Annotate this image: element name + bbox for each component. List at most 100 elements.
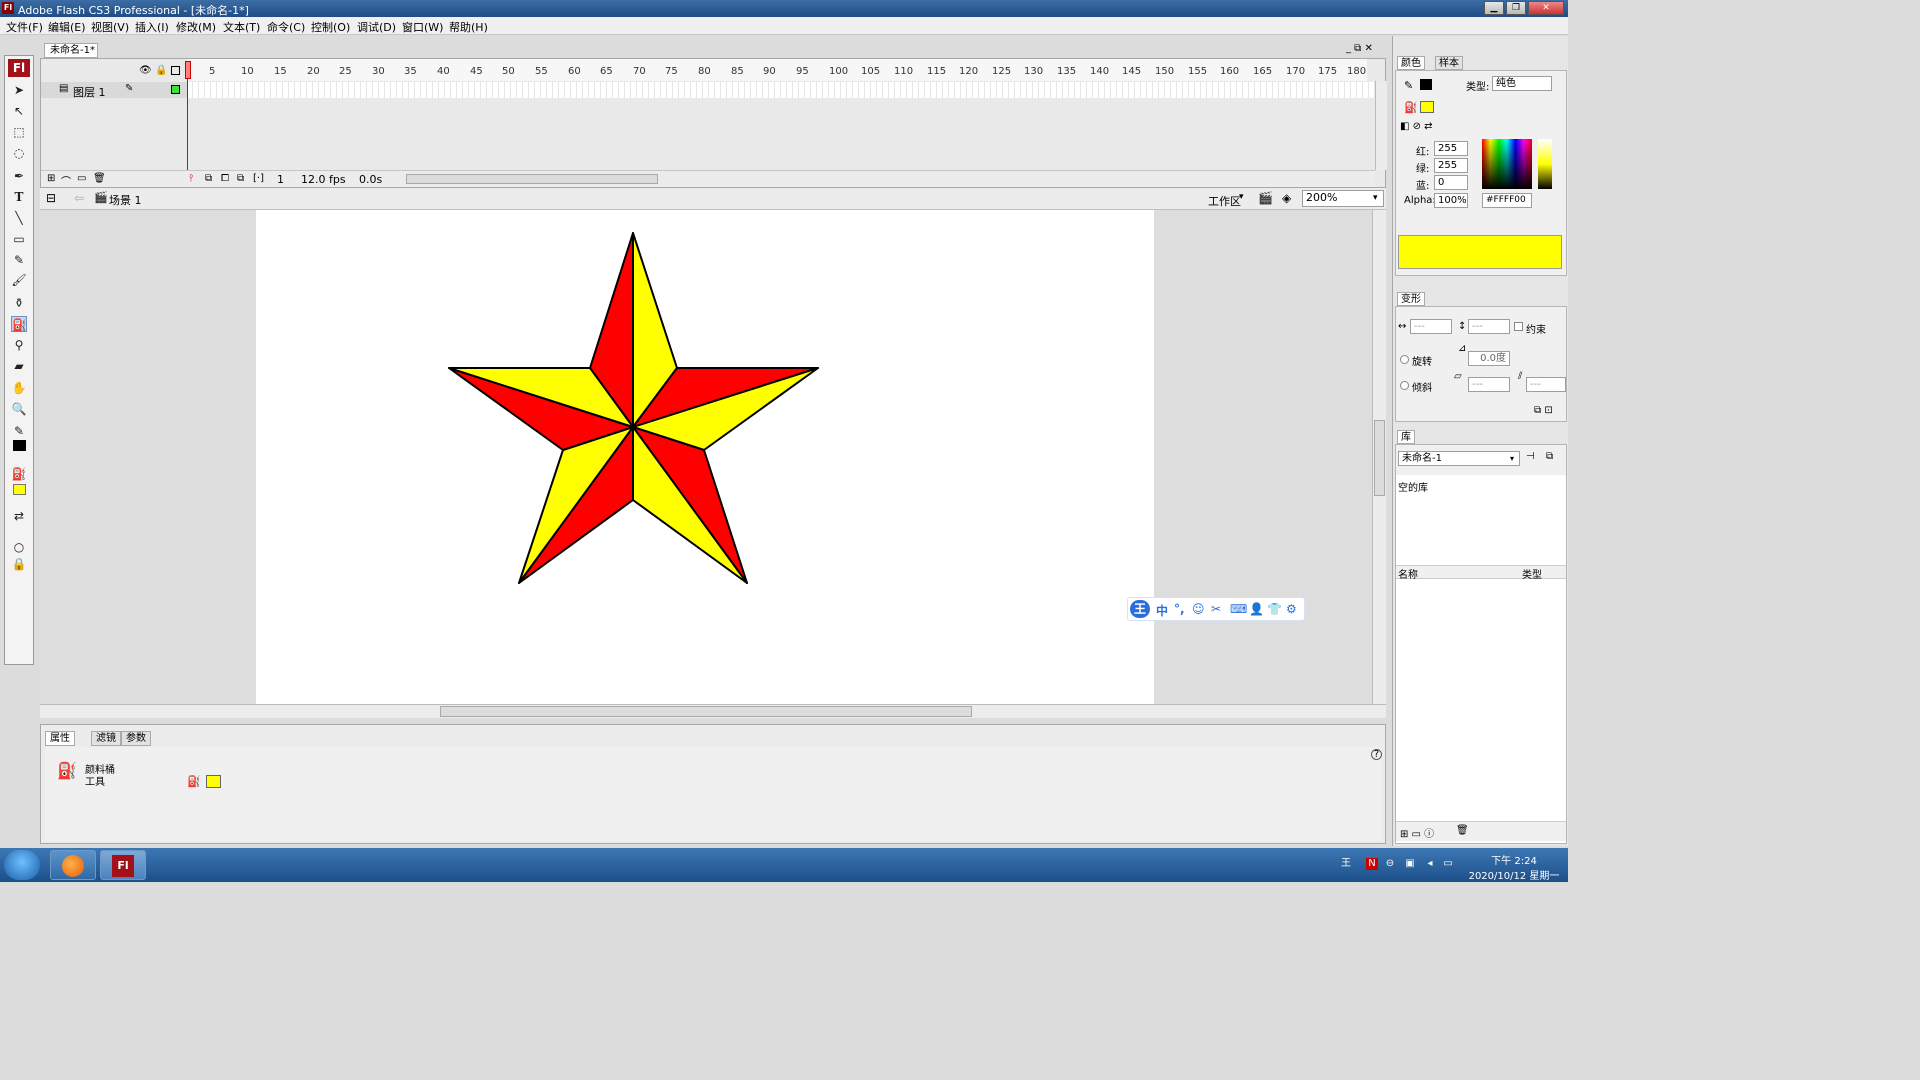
free-transform-tool-icon[interactable]: ⬚ <box>11 124 27 140</box>
ime-toolbar[interactable]: 王 中 °, ☺ ✂ ⌨ 👤 👕 ⚙ <box>1127 597 1305 621</box>
pin-library-icon[interactable]: ⊣ <box>1526 451 1535 462</box>
close-button[interactable]: ✕ <box>1528 1 1564 15</box>
edit-multiple-frames-icon[interactable]: ⧉ <box>237 173 244 184</box>
width-percent-input[interactable]: --- <box>1410 319 1452 334</box>
library-footer-icons[interactable]: ⊞ ▭ ⓘ <box>1400 825 1434 840</box>
tab-properties[interactable]: 属性 <box>45 731 75 746</box>
onion-outline-icon[interactable]: ⧠ <box>221 173 229 184</box>
rotate-radio[interactable] <box>1400 355 1409 364</box>
skew-horizontal-input[interactable]: --- <box>1468 377 1510 392</box>
menu-text[interactable]: 文本(T) <box>223 19 260 35</box>
paint-bucket-tool-icon[interactable]: ⛽ <box>11 316 27 332</box>
tab-parameters[interactable]: 参数 <box>121 731 151 746</box>
menu-modify[interactable]: 修改(M) <box>176 19 216 35</box>
minimize-button[interactable]: ▁ <box>1484 1 1504 15</box>
menu-insert[interactable]: 插入(I) <box>135 19 169 35</box>
menu-file[interactable]: 文件(F) <box>6 19 43 35</box>
hex-input[interactable]: #FFFF00 <box>1482 193 1532 208</box>
red-input[interactable]: 255 <box>1434 141 1468 156</box>
ime-skin-icon[interactable]: 👕 <box>1267 602 1282 616</box>
workspace-dropdown-icon[interactable]: ▾ <box>1239 192 1244 202</box>
color-spectrum[interactable] <box>1482 139 1532 189</box>
text-tool-icon[interactable]: T <box>11 189 27 205</box>
stroke-color-chip[interactable] <box>1420 79 1432 90</box>
tray-n-icon[interactable]: N <box>1366 858 1378 870</box>
eraser-tool-icon[interactable]: ▰ <box>11 358 27 374</box>
star-drawing[interactable] <box>256 210 1154 704</box>
ime-emoji-icon[interactable]: ☺ <box>1192 602 1205 616</box>
height-percent-input[interactable]: --- <box>1468 319 1510 334</box>
lasso-tool-icon[interactable]: ◌ <box>11 145 27 161</box>
swap-colors-icon[interactable]: ⇄ <box>11 508 27 524</box>
subselection-tool-icon[interactable]: ↖ <box>11 103 27 119</box>
tab-filters[interactable]: 滤镜 <box>91 731 121 746</box>
taskbar-firefox[interactable] <box>50 850 96 880</box>
tray-display-icon[interactable]: ▭ <box>1442 858 1454 870</box>
menu-debug[interactable]: 调试(D) <box>357 19 396 35</box>
color-swap-icons[interactable]: ◧ ⊘ ⇄ <box>1400 121 1433 132</box>
playhead[interactable] <box>185 61 191 173</box>
zoom-select[interactable]: 200% <box>1302 190 1384 207</box>
alpha-input[interactable]: 100% <box>1434 193 1468 208</box>
frame-ruler[interactable]: 5 10 15 20 25 30 35 40 45 50 55 60 65 70… <box>187 59 1367 81</box>
back-arrow-icon[interactable]: ⇦ <box>74 191 84 205</box>
fill-color-swatch[interactable] <box>13 484 26 495</box>
stage-workspace[interactable] <box>40 210 1372 704</box>
stage-hscroll-thumb[interactable] <box>440 706 972 717</box>
outline-all-icon[interactable] <box>171 66 180 75</box>
object-drawing-icon[interactable]: ○ <box>11 539 27 555</box>
add-motion-guide-icon[interactable]: ⌒ <box>61 173 71 188</box>
timeline-hscroll-thumb[interactable] <box>406 174 658 184</box>
constrain-checkbox[interactable] <box>1514 322 1523 331</box>
star-shape[interactable] <box>448 232 819 584</box>
delete-layer-icon[interactable]: 🗑 <box>93 173 106 184</box>
insert-layer-icon[interactable]: ⊞ <box>47 173 55 184</box>
line-tool-icon[interactable]: ╲ <box>11 210 27 226</box>
library-delete-icon[interactable]: 🗑 <box>1456 825 1469 836</box>
skew-radio[interactable] <box>1400 381 1409 390</box>
fill-color-chip[interactable] <box>1420 101 1434 113</box>
eyedropper-tool-icon[interactable]: ⚲ <box>11 337 27 353</box>
tray-network-icon[interactable]: ▣ <box>1404 858 1416 870</box>
ime-logo-icon[interactable]: 王 <box>1130 600 1150 618</box>
menu-commands[interactable]: 命令(C) <box>267 19 305 35</box>
taskbar-flash[interactable]: Fl <box>100 850 146 880</box>
rotate-input[interactable]: 0.0度 <box>1468 351 1510 366</box>
menu-help[interactable]: 帮助(H) <box>449 19 488 35</box>
workspace-menu[interactable]: 工作区 <box>1208 193 1241 209</box>
library-col-name[interactable]: 名称 <box>1398 566 1418 581</box>
tray-ime-icon[interactable]: 王 <box>1340 858 1352 870</box>
tab-color[interactable]: 颜色 <box>1397 56 1425 70</box>
tab-transform[interactable]: 变形 <box>1397 292 1425 306</box>
zoom-tool-icon[interactable]: 🔍 <box>11 401 27 417</box>
doc-window-controls[interactable]: _ ⧉ ✕ <box>1346 43 1373 54</box>
copy-transform-icon[interactable]: ⧉ ⊡ <box>1534 405 1553 416</box>
taskbar-clock[interactable]: 下午 2:24 2020/10/12 星期一 <box>1462 852 1566 882</box>
restore-button[interactable]: ❐ <box>1506 1 1526 15</box>
layer-name[interactable]: 图层 1 <box>73 84 106 100</box>
library-doc-select[interactable]: 未命名-1 <box>1398 451 1520 466</box>
pen-tool-icon[interactable]: ✒ <box>11 168 27 184</box>
stage-vscroll[interactable] <box>1372 210 1386 704</box>
green-input[interactable]: 255 <box>1434 158 1468 173</box>
scene-name[interactable]: 场景 1 <box>109 192 142 208</box>
insert-folder-icon[interactable]: ▭ <box>77 173 86 184</box>
selection-tool-icon[interactable]: ➤ <box>11 82 27 98</box>
tab-swatches[interactable]: 样本 <box>1435 56 1463 70</box>
timeline-vscroll[interactable] <box>1375 81 1387 170</box>
ink-bottle-tool-icon[interactable]: ⚱ <box>11 295 27 311</box>
menu-view[interactable]: 视图(V) <box>91 19 129 35</box>
lock-all-icon[interactable]: 🔒 <box>155 65 167 76</box>
tray-block-icon[interactable]: ⊖ <box>1384 858 1396 870</box>
timeline-toggle-icon[interactable]: ⊟ <box>46 191 56 205</box>
layer-outline-color-icon[interactable] <box>171 85 180 94</box>
frame-grid[interactable] <box>187 82 1375 98</box>
stroke-color-swatch[interactable] <box>13 440 26 451</box>
hand-tool-icon[interactable]: ✋ <box>11 380 27 396</box>
help-icon[interactable]: ? <box>1371 749 1382 760</box>
stage-hscroll[interactable] <box>40 704 1386 718</box>
document-tab[interactable]: 未命名-1* <box>44 43 98 58</box>
brush-tool-icon[interactable]: 🖌 <box>11 272 27 288</box>
pencil-tool-icon[interactable]: ✎ <box>11 252 27 268</box>
edit-scene-icon[interactable]: 🎬 <box>1258 191 1273 205</box>
